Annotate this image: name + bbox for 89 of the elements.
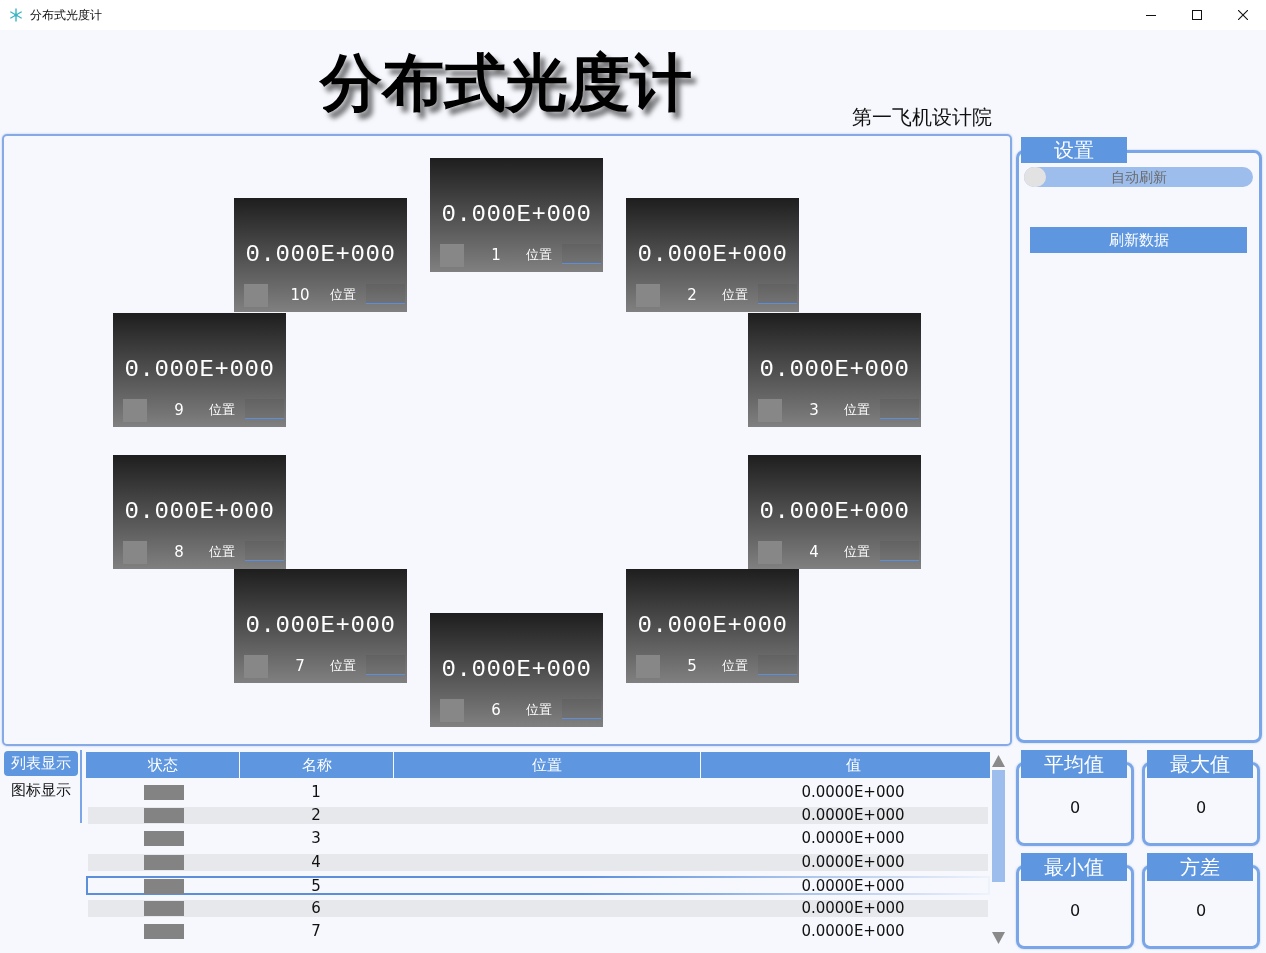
status-block-icon <box>143 900 184 916</box>
meter-number: 7 <box>294 657 306 675</box>
table-cell-text: 0.0000E+000 <box>800 784 906 801</box>
table-row[interactable]: 1 0.0000E+000 <box>88 784 988 801</box>
status-square-icon <box>758 540 782 564</box>
stat-header: 最小值 <box>1021 853 1127 881</box>
meter-reading: 0.000E+000 <box>245 613 396 639</box>
position-label: 位置 <box>844 402 870 418</box>
stat-value: 0 <box>1069 798 1081 818</box>
position-label: 位置 <box>844 544 870 560</box>
close-icon <box>1238 10 1248 20</box>
meter-reading: 0.000E+000 <box>245 242 396 268</box>
meter-reading: 0.000E+000 <box>124 499 275 525</box>
meter-reading: 0.000E+000 <box>441 202 592 228</box>
table-cell-text: 4 <box>310 853 322 871</box>
table-cell-text: 0.0000E+000 <box>800 830 906 848</box>
stat-header: 最大值 <box>1147 750 1253 778</box>
table-row[interactable]: 6 0.0000E+000 <box>88 899 988 917</box>
table-cell-text: 2 <box>310 807 322 825</box>
table-cell-text: 0.0000E+000 <box>800 899 906 917</box>
position-label: 位置 <box>209 544 235 560</box>
status-square-icon <box>636 654 660 678</box>
meter-number: 1 <box>490 246 502 264</box>
status-square-icon <box>123 540 147 564</box>
status-square-icon <box>244 654 268 678</box>
table-cell-text: 6 <box>310 899 322 917</box>
stat-value: 0 <box>1195 901 1207 921</box>
position-label: 位置 <box>722 658 748 674</box>
meter-reading: 0.000E+000 <box>637 242 788 268</box>
table-row[interactable]: 7 0.0000E+000 <box>88 923 988 941</box>
position-label: 位置 <box>722 287 748 303</box>
meter-number: 10 <box>289 286 311 304</box>
table-cell-text: 1 <box>310 784 322 801</box>
status-square-icon <box>244 283 268 307</box>
toggle-knob-icon <box>1024 167 1046 187</box>
position-label: 位置 <box>330 287 356 303</box>
meter-reading: 0.000E+000 <box>759 499 910 525</box>
meter-reading: 0.000E+000 <box>759 357 910 383</box>
status-square-icon <box>440 243 464 267</box>
meter-number: 6 <box>490 701 502 719</box>
position-label: 位置 <box>526 247 552 263</box>
settings-header: 设置 <box>1021 137 1127 163</box>
stat-value: 0 <box>1069 901 1081 921</box>
status-square-icon <box>440 698 464 722</box>
organization-name: 第一飞机设计院 <box>852 106 992 129</box>
stat-header: 方差 <box>1147 853 1253 881</box>
table-cell-text: 0.0000E+000 <box>800 853 906 871</box>
meter-number: 9 <box>173 401 185 419</box>
table-row[interactable]: 5 0.0000E+000 <box>86 875 990 895</box>
status-block-icon <box>143 924 184 940</box>
position-label: 位置 <box>209 402 235 418</box>
meter-number: 5 <box>686 657 698 675</box>
maximize-icon <box>1192 10 1202 20</box>
meter-reading: 0.000E+000 <box>124 357 275 383</box>
window-title: 分布式光度计 <box>30 7 102 23</box>
status-square-icon <box>636 283 660 307</box>
meter-number: 4 <box>808 543 820 561</box>
app-heading: 分布式光度计 <box>320 52 692 114</box>
meter-number: 8 <box>173 543 185 561</box>
table-row[interactable]: 4 0.0000E+000 <box>88 853 988 871</box>
table-cell-text: 0.0000E+000 <box>800 807 906 825</box>
table-row[interactable]: 2 0.0000E+000 <box>88 807 988 825</box>
status-block-icon <box>143 785 184 800</box>
minimize-icon <box>1146 14 1156 16</box>
status-square-icon <box>758 398 782 422</box>
meter-number: 3 <box>808 401 820 419</box>
status-block-icon <box>143 831 184 847</box>
table-cell-text: 0.0000E+000 <box>800 877 906 895</box>
view-tab[interactable]: 图标显示 <box>4 778 78 803</box>
stat-value: 0 <box>1195 798 1207 818</box>
status-block-icon <box>143 854 184 870</box>
scroll-down-icon[interactable] <box>991 932 1005 944</box>
status-block-icon <box>143 878 184 894</box>
stat-header: 平均值 <box>1021 750 1127 778</box>
status-block-icon <box>143 808 184 824</box>
position-label: 位置 <box>330 658 356 674</box>
scroll-up-icon[interactable] <box>991 755 1005 767</box>
scrollbar-thumb[interactable] <box>991 770 1005 882</box>
snowflake-icon <box>9 8 23 22</box>
table-cell-text: 5 <box>310 877 322 895</box>
meter-number: 2 <box>686 286 698 304</box>
position-label: 位置 <box>526 702 552 718</box>
meter-reading: 0.000E+000 <box>637 613 788 639</box>
meter-reading: 0.000E+000 <box>441 657 592 683</box>
table-row[interactable]: 3 0.0000E+000 <box>88 830 988 848</box>
table-cell-text: 3 <box>310 830 322 848</box>
table-cell-text: 7 <box>310 923 322 941</box>
status-square-icon <box>123 398 147 422</box>
table-cell-text: 0.0000E+000 <box>800 923 906 941</box>
